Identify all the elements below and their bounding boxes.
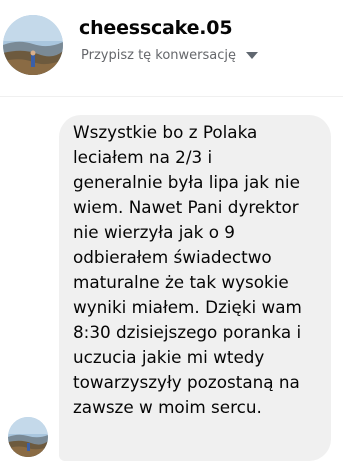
message-sender-avatar[interactable] — [8, 417, 48, 457]
header-divider — [0, 96, 343, 97]
contact-avatar[interactable] — [3, 15, 63, 75]
assign-conversation-label: Przypisz tę konwersację — [81, 48, 237, 63]
message-text: Wszystkie bo z Polaka leciałem na 2/3 i … — [73, 122, 302, 417]
assign-conversation-dropdown[interactable]: Przypisz tę konwersację — [81, 48, 259, 63]
conversation-header: cheesscake.05 Przypisz tę konwersację — [0, 0, 343, 96]
profile-photo-icon — [3, 15, 63, 75]
contact-name[interactable]: cheesscake.05 — [79, 17, 233, 39]
profile-photo-icon — [8, 417, 48, 457]
chevron-down-icon — [246, 52, 259, 59]
message-bubble[interactable]: Wszystkie bo z Polaka leciałem na 2/3 i … — [59, 115, 331, 461]
